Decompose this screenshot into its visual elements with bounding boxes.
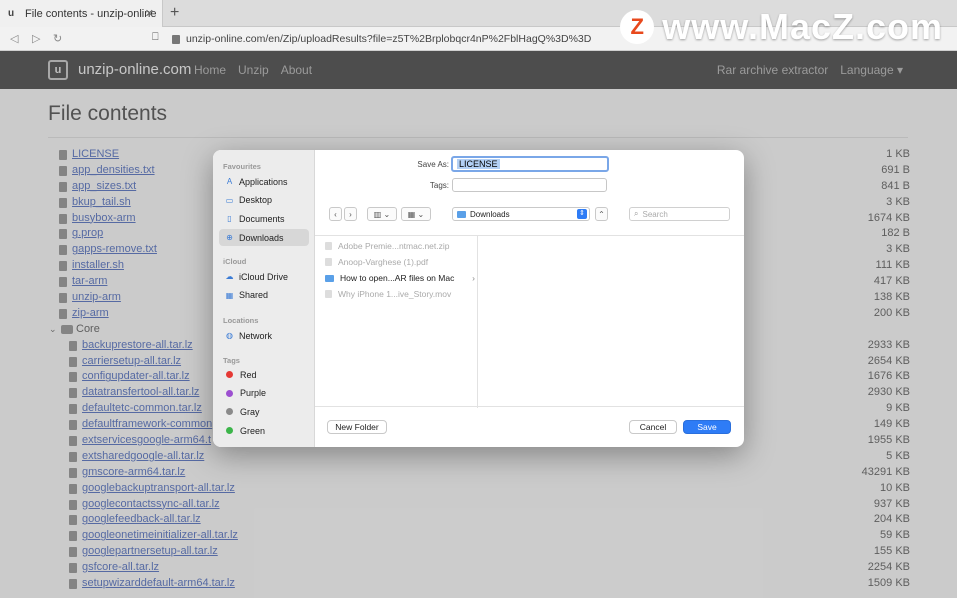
tags-label: Tags:: [429, 181, 449, 190]
sidebar-item[interactable]: ▦ Shared: [219, 287, 309, 304]
dialog-sidebar: Favourites A Applications ▭ Desktop ▯ Document…: [213, 150, 315, 447]
tab-title: File contents - unzip-online: [25, 7, 157, 20]
sidebar-item[interactable]: A Applications: [219, 173, 309, 190]
file-icon: [325, 258, 332, 266]
save-as-value: LICENSE: [457, 159, 500, 169]
file-icon: [325, 290, 332, 298]
watermark-text: www.MacZ.com: [662, 6, 943, 47]
file-browser: Adobe Premie...ntmac.net.zip Anoop-Varghe…: [315, 235, 744, 408]
sidebar-item-label: Purple: [240, 388, 267, 399]
location-value: Downloads: [470, 209, 510, 219]
browser-column: Adobe Premie...ntmac.net.zip Anoop-Varghe…: [315, 236, 478, 408]
location-select[interactable]: Downloads ⇕: [452, 207, 590, 221]
folder-item[interactable]: How to open...AR files on Mac ›: [325, 271, 475, 285]
sidebar-item-label: iCloud Drive: [239, 271, 289, 282]
sidebar-item-label: Gray: [240, 406, 260, 417]
sidebar-item[interactable]: ☁ iCloud Drive: [219, 268, 309, 285]
expand-button[interactable]: ⌃: [595, 207, 608, 221]
column-view-button[interactable]: ▥ ⌄: [367, 207, 397, 221]
sidebar-section-heading: Locations: [223, 316, 259, 325]
sidebar-item[interactable]: ▯ Documents: [219, 210, 309, 227]
sidebar-icon: ⊕: [226, 233, 233, 243]
save-dialog: Favourites A Applications ▭ Desktop ▯ Document…: [213, 150, 744, 447]
back-nav-button[interactable]: ‹: [329, 207, 342, 221]
sidebar-icon: ▯: [227, 214, 232, 224]
sidebar-icon: ☁: [225, 272, 234, 281]
tag-dot-icon: [226, 371, 233, 378]
back-icon[interactable]: ◁: [10, 32, 18, 45]
sidebar-item-label: Desktop: [239, 195, 273, 206]
sidebar-icon: ▦: [225, 290, 234, 300]
folder-icon: [457, 210, 466, 218]
tag-dot-icon: [226, 389, 233, 397]
sidebar-section-heading: Tags: [223, 356, 240, 365]
forward-icon[interactable]: ▷: [32, 32, 40, 45]
sidebar-item[interactable]: Purple: [219, 385, 309, 402]
new-tab-button[interactable]: +: [170, 4, 179, 22]
file-icon: [325, 242, 332, 250]
chevron-right-icon: ›: [472, 273, 475, 283]
sidebar-item-label: Documents: [239, 213, 285, 224]
sidebar-icon: ▭: [225, 195, 234, 205]
sidebar-item[interactable]: ◍ Network: [219, 327, 309, 344]
sidebar-item-label: Red: [240, 369, 257, 380]
watermark-logo: Z www.MacZ.com: [620, 6, 943, 48]
favicon-icon: u: [8, 8, 15, 19]
dialog-main: Save As: LICENSE Tags: ‹ › ▥ ⌄ ▦ ⌄ Downl…: [315, 150, 744, 447]
sidebar-icon: A: [226, 177, 233, 186]
tags-field[interactable]: [452, 178, 607, 192]
file-item[interactable]: Adobe Premie...ntmac.net.zip: [325, 239, 475, 253]
search-input[interactable]: ⌕ Search: [629, 207, 730, 221]
folder-icon: [325, 274, 334, 282]
reload-icon[interactable]: ↻: [53, 32, 62, 45]
sidebar-item-label: Downloads: [239, 232, 284, 243]
url-field[interactable]: unzip-online.com/en/Zip/uploadResults?fi…: [172, 31, 591, 47]
macz-logo-icon: Z: [620, 10, 655, 44]
cancel-button[interactable]: Cancel: [629, 420, 677, 434]
grid-view-button[interactable]: ▦ ⌄: [401, 207, 431, 221]
item-name: Adobe Premie...ntmac.net.zip: [338, 241, 450, 251]
sidebar-item[interactable]: Gray: [219, 403, 309, 420]
sidebar-item-label: Network: [239, 330, 273, 341]
sidebar-section-heading: iCloud: [223, 257, 247, 266]
save-as-label: Save As:: [417, 160, 449, 169]
sidebar-item[interactable]: ⊕ Downloads: [219, 229, 309, 247]
file-item[interactable]: Anoop-Varghese (1).pdf: [325, 255, 475, 269]
tag-dot-icon: [226, 427, 233, 435]
close-tab-icon[interactable]: ✕: [145, 7, 154, 20]
sidebar-item-label: Shared: [239, 290, 269, 301]
save-as-field[interactable]: LICENSE: [451, 156, 609, 172]
item-name: How to open...AR files on Mac: [340, 273, 455, 283]
sidebar-icon: ◍: [226, 331, 233, 340]
save-button[interactable]: Save: [683, 420, 731, 434]
sidebar-item[interactable]: Green: [219, 422, 309, 439]
tag-dot-icon: [226, 408, 233, 416]
search-placeholder: Search: [642, 209, 668, 219]
sidebar-item[interactable]: ▭ Desktop: [219, 192, 309, 209]
lock-icon: [172, 34, 180, 44]
file-item[interactable]: Why iPhone 1...ive_Story.mov: [325, 287, 475, 301]
bookmark-icon[interactable]: ⎕: [152, 31, 159, 44]
forward-nav-button[interactable]: ›: [344, 207, 357, 221]
item-name: Anoop-Varghese (1).pdf: [338, 257, 429, 267]
sidebar-section-heading: Favourites: [223, 162, 261, 171]
item-name: Why iPhone 1...ive_Story.mov: [338, 289, 452, 299]
chevron-updown-icon: ⇕: [577, 209, 587, 219]
new-folder-button[interactable]: New Folder: [327, 420, 387, 434]
dialog-toolbar: ‹ › ▥ ⌄ ▦ ⌄ Downloads ⇕ ⌃ ⌕ Search: [315, 205, 744, 223]
sidebar-item-label: Applications: [239, 176, 288, 187]
browser-tab[interactable]: u File contents - unzip-online ✕: [0, 0, 163, 27]
sidebar-item[interactable]: Red: [219, 366, 309, 383]
search-icon: ⌕: [634, 209, 639, 218]
sidebar-item-label: Green: [240, 425, 266, 436]
url-text: unzip-online.com/en/Zip/uploadResults?fi…: [186, 33, 592, 45]
